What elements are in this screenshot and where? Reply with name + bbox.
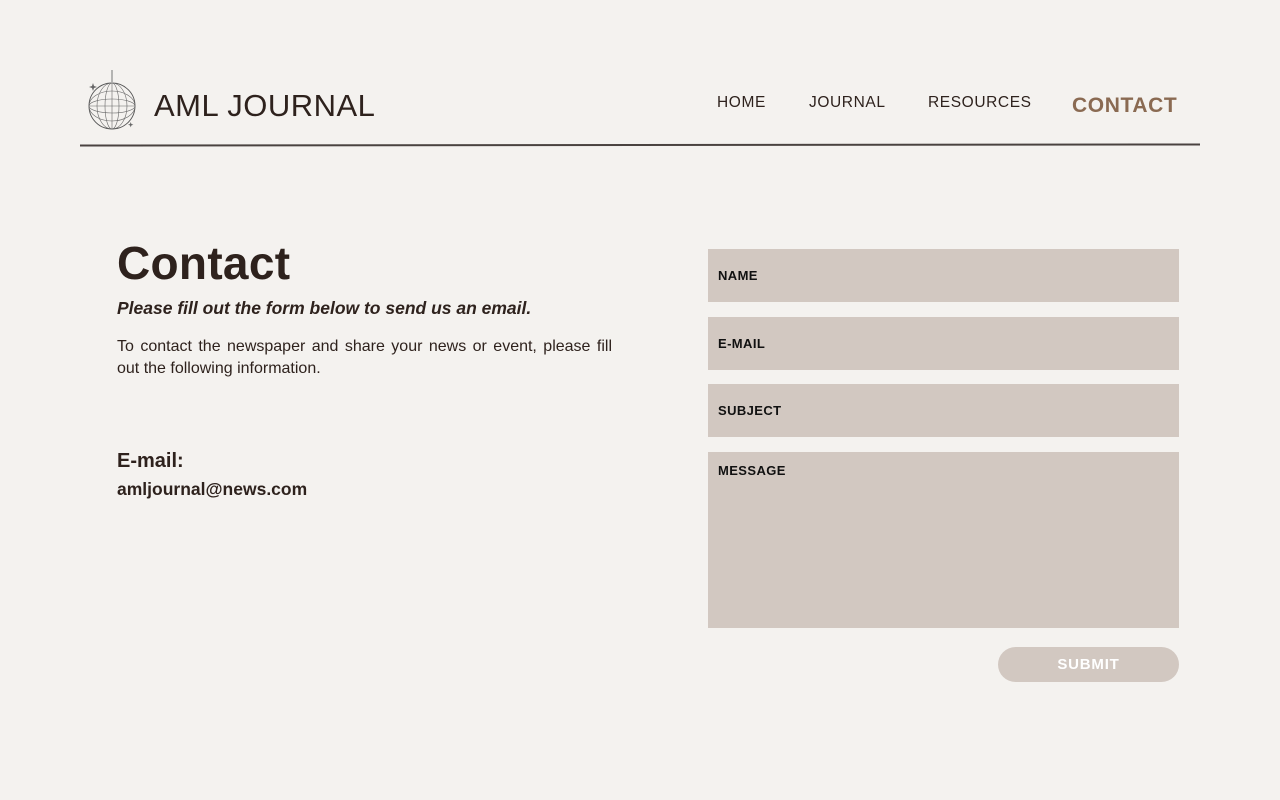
page-subtitle: Please fill out the form below to send u…: [117, 298, 532, 318]
header-divider: [79, 143, 1201, 146]
site-brand[interactable]: AML JOURNAL: [154, 88, 375, 124]
nav-journal[interactable]: JOURNAL: [809, 94, 886, 112]
disco-ball-icon: [88, 70, 136, 130]
nav-home[interactable]: HOME: [717, 94, 766, 112]
contact-page: AML JOURNAL HOME JOURNAL RESOURCES CONTA…: [0, 0, 1280, 800]
subject-field[interactable]: [708, 384, 1179, 437]
email-label: E-mail:: [117, 450, 184, 472]
name-field[interactable]: [708, 249, 1179, 302]
nav-resources[interactable]: RESOURCES: [928, 94, 1032, 112]
email-link[interactable]: amljournal@news.com: [117, 479, 307, 500]
nav-contact[interactable]: CONTACT: [1072, 94, 1177, 118]
email-field[interactable]: [708, 317, 1179, 370]
page-title: Contact: [117, 237, 291, 289]
message-field[interactable]: [708, 452, 1179, 628]
intro-text: To contact the newspaper and share your …: [117, 338, 612, 377]
submit-button[interactable]: SUBMIT: [998, 647, 1179, 682]
